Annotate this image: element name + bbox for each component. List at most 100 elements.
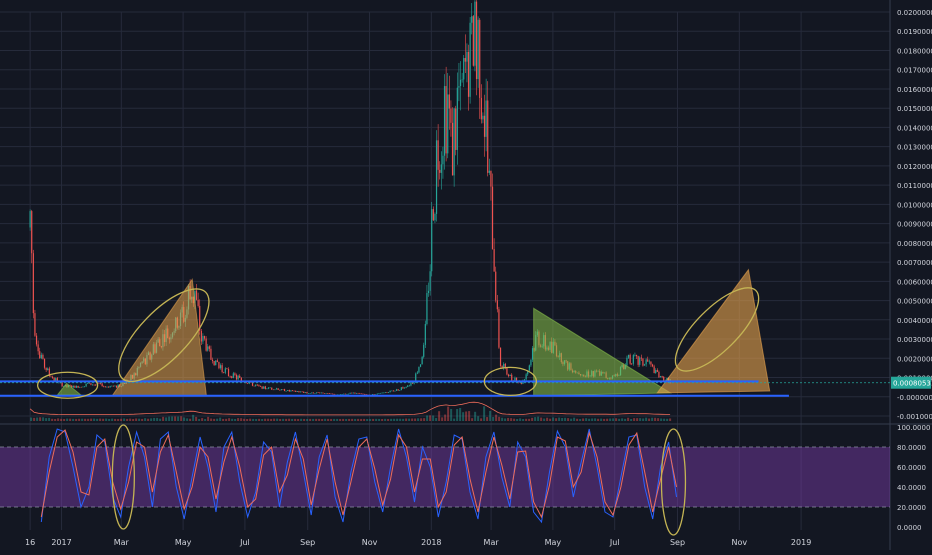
- candle-body: [495, 271, 497, 301]
- volume-bar: [219, 417, 222, 421]
- candle-body: [498, 309, 500, 348]
- volume-bar: [228, 418, 231, 421]
- candle-body: [323, 393, 326, 394]
- candle-body: [226, 368, 228, 370]
- candle-body: [83, 386, 86, 387]
- volume-bar: [390, 418, 393, 421]
- volume-bar: [393, 418, 396, 421]
- candle-body: [659, 376, 662, 378]
- candle-body: [445, 86, 447, 154]
- candle-body: [477, 19, 479, 80]
- volume-bar: [429, 415, 432, 421]
- volume-bar: [543, 418, 546, 421]
- candle-body: [656, 369, 658, 372]
- candle-body: [437, 140, 439, 170]
- candle-body: [530, 359, 532, 366]
- chart-svg[interactable]: 0.02000000 0.01900000 0.01800000 0.01700000…: [0, 0, 932, 550]
- volume-bar: [585, 418, 588, 421]
- candle-body: [202, 336, 204, 342]
- candle-body: [352, 392, 354, 394]
- candle-body: [80, 386, 82, 388]
- candle-body: [232, 373, 234, 378]
- candle-body: [347, 393, 350, 395]
- y-tick-label: 0.00800000: [897, 240, 932, 248]
- candle-body: [459, 79, 462, 87]
- volume-bar: [621, 418, 624, 421]
- candle-body: [408, 385, 410, 387]
- candle-body: [51, 376, 54, 378]
- volume-bar: [603, 418, 606, 421]
- candle-body: [426, 293, 428, 325]
- candle-body: [467, 51, 470, 97]
- volume-bar: [63, 418, 66, 421]
- volume-bar: [321, 418, 324, 421]
- candle-body: [77, 385, 79, 388]
- y-tick-label: -0.00000000: [897, 394, 932, 402]
- volume-bar: [207, 416, 210, 421]
- volume-bar: [501, 417, 504, 421]
- volume-bar: [348, 418, 351, 421]
- volume-bar: [336, 418, 339, 421]
- candle-body: [45, 367, 47, 371]
- candle-body: [634, 354, 636, 356]
- volume-bar: [90, 418, 93, 421]
- candle-body: [434, 213, 436, 221]
- candle-body: [82, 386, 84, 388]
- candle-body: [306, 392, 308, 394]
- candle-body: [354, 392, 356, 394]
- volume-bar: [135, 418, 138, 421]
- current-price-label: 0.00080531: [893, 380, 932, 388]
- candle-body: [346, 394, 348, 395]
- y-tick-label: 0.01800000: [897, 47, 932, 55]
- candle-body: [253, 385, 255, 387]
- candle-body: [219, 365, 222, 369]
- volume-bar: [573, 417, 576, 421]
- volume-bar: [246, 418, 249, 421]
- volume-bar: [84, 418, 87, 421]
- candle-body: [480, 97, 482, 120]
- volume-bar: [402, 418, 405, 421]
- volume-bar: [441, 417, 444, 421]
- candle-body: [648, 361, 650, 363]
- volume-bar: [186, 418, 189, 421]
- volume-bar: [330, 418, 333, 421]
- volume-bar: [345, 418, 348, 421]
- volume-bar: [261, 418, 264, 421]
- volume-bar: [411, 418, 414, 421]
- candle-body: [472, 16, 474, 66]
- candle-body: [32, 253, 34, 314]
- volume-bar: [612, 418, 615, 421]
- candle-body: [200, 330, 202, 342]
- volume-bar: [276, 418, 279, 421]
- volume-bar: [414, 418, 417, 421]
- candle-body: [439, 169, 441, 173]
- volume-bar: [255, 418, 258, 421]
- candle-body: [639, 357, 641, 365]
- candle-body: [35, 335, 38, 345]
- x-tick-label: Jul: [239, 538, 250, 547]
- candle-body: [93, 384, 95, 386]
- volume-bar: [399, 418, 402, 421]
- candle-body: [418, 366, 420, 373]
- volume-bar: [564, 417, 567, 421]
- volume-bar: [528, 418, 531, 421]
- candle-body: [309, 393, 311, 394]
- volume-bar: [153, 417, 156, 421]
- candle-body: [416, 372, 418, 374]
- volume-bar: [459, 407, 462, 421]
- volume-bar: [534, 417, 537, 421]
- candle-body: [351, 392, 353, 394]
- volume-bar: [48, 417, 51, 421]
- oscillator-tick-label: 100.0000: [897, 424, 930, 432]
- candle-body: [435, 140, 438, 214]
- volume-bar: [447, 406, 450, 421]
- candle-body: [399, 390, 401, 391]
- volume-bar: [258, 418, 261, 421]
- volume-bar: [486, 417, 489, 421]
- candle-body: [43, 358, 46, 368]
- candle-body: [363, 393, 366, 395]
- candle-body: [314, 393, 316, 394]
- chart-area[interactable]: 0.02000000 0.01900000 0.01800000 0.01700000…: [0, 0, 932, 550]
- y-tick-label: 0.02000000: [897, 9, 932, 17]
- oscillator-tick-label: 0.0000: [897, 524, 922, 532]
